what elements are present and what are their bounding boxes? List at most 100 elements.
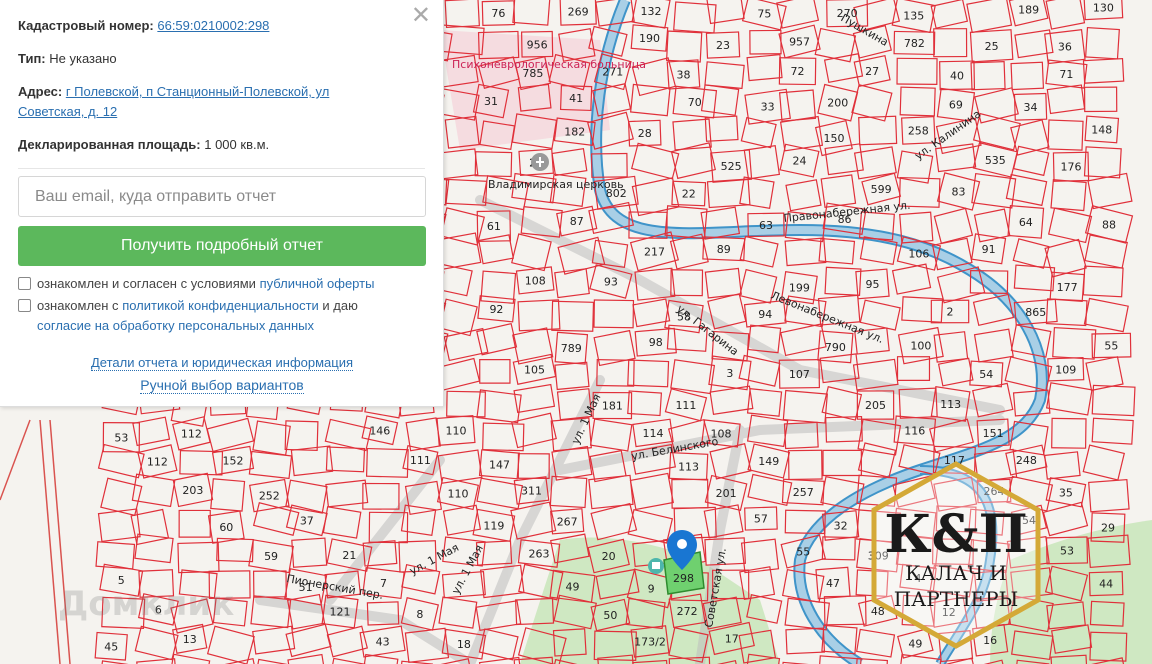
lot-label: 59	[264, 550, 278, 563]
personal-data-consent-link[interactable]: согласие на обработку персональных данны…	[37, 318, 314, 333]
cadastral-info-panel: ✕ Кадастровый номер: 66:59:0210002:298 Т…	[0, 0, 444, 407]
lot-label: 25	[985, 40, 999, 53]
lot-label: 61	[487, 220, 501, 233]
lot-label: 27	[865, 65, 879, 78]
lot-label: 257	[793, 486, 814, 499]
lot-label: 111	[410, 454, 431, 467]
area-label: Декларированная площадь:	[18, 137, 201, 152]
lot-label: 41	[569, 92, 583, 105]
lot-label: 20	[602, 550, 616, 563]
lot-label: 44	[1099, 578, 1113, 591]
lot-label: 110	[445, 424, 466, 437]
manual-selection-link[interactable]: Ручной выбор вариантов	[140, 377, 304, 394]
lot-label: 93	[604, 275, 618, 288]
poi-label-hospital: Психоневрологическая больница	[452, 58, 646, 71]
lot-label: 113	[678, 460, 699, 473]
lot-label: 88	[1102, 218, 1116, 231]
consent-privacy-label-a: ознакомлен с	[37, 298, 123, 313]
lot-label: 45	[104, 640, 118, 653]
lot-label: 116	[904, 425, 925, 438]
lot-label: 205	[865, 399, 886, 412]
lot-label: 2	[947, 306, 954, 319]
lot-label: 72	[791, 65, 805, 78]
lot-label: 83	[952, 185, 966, 198]
lot-label: 114	[643, 427, 664, 440]
map-pin-icon[interactable]	[667, 530, 697, 570]
divider	[18, 168, 425, 169]
lot-label: 119	[483, 519, 504, 532]
consent-privacy-text: ознакомлен с политикой конфиденциальност…	[37, 296, 358, 316]
lot-label: 525	[721, 160, 742, 173]
lot-label: 956	[527, 38, 548, 51]
poi-label-church: Владимирская церковь	[488, 178, 624, 191]
address-link-line2[interactable]: Советская, д. 12	[18, 104, 117, 119]
consent-offer-row: ознакомлен и согласен с условиями публич…	[18, 274, 425, 294]
lot-label: 110	[447, 488, 468, 501]
lot-label: 782	[904, 37, 925, 50]
lot-label: 269	[568, 6, 589, 19]
lot-label: 865	[1025, 306, 1046, 319]
area-row: Декларированная площадь: 1 000 кв.м.	[18, 135, 425, 155]
lot-label: 173/2	[634, 635, 666, 648]
lot-label: 21	[342, 549, 356, 562]
lot-label: 91	[982, 243, 996, 256]
report-details-link[interactable]: Детали отчета и юридическая информация	[90, 355, 354, 371]
lot-label: 100	[910, 340, 931, 353]
lot-label: 112	[181, 427, 202, 440]
lot-label: 3	[726, 367, 733, 380]
lot-label: 181	[602, 400, 623, 413]
lot-label: 36	[1058, 41, 1072, 54]
lot-label: 69	[949, 99, 963, 112]
logo-line1: КАЛАЧ И	[905, 561, 1007, 585]
lot-label: 23	[716, 39, 730, 52]
lot-label: 33	[761, 101, 775, 114]
privacy-policy-link[interactable]: политикой конфиденциальности	[122, 298, 319, 313]
lot-label: 252	[259, 490, 280, 503]
details-link-wrap: Детали отчета и юридическая информация	[0, 355, 444, 371]
lot-label: 92	[489, 303, 503, 316]
cadastral-number-link[interactable]: 66:59:0210002:298	[157, 18, 269, 33]
address-link-line1[interactable]: г Полевской, п Станционный-Полевской, ул	[66, 84, 329, 99]
consent-privacy-checkbox[interactable]	[18, 299, 31, 312]
address-row: Адрес: г Полевской, п Станционный-Полевс…	[18, 82, 425, 122]
address-label: Адрес:	[18, 84, 63, 99]
lot-label: 108	[525, 274, 546, 287]
lot-label: 57	[754, 513, 768, 526]
selected-lot-label: 298	[673, 572, 694, 585]
lot-label: 201	[716, 487, 737, 500]
email-input[interactable]	[18, 176, 426, 217]
lot-label: 199	[789, 282, 810, 295]
lot-label: 55	[796, 546, 810, 559]
lot-label: 49	[565, 580, 579, 593]
close-icon[interactable]: ✕	[411, 4, 431, 28]
cadastral-label: Кадастровый номер:	[18, 18, 154, 33]
lot-label: 267	[557, 515, 578, 528]
consent-offer-checkbox[interactable]	[18, 277, 31, 290]
get-report-button[interactable]: Получить подробный отчет	[18, 226, 426, 266]
lot-label: 29	[1101, 522, 1115, 535]
lot-label: 789	[561, 342, 582, 355]
logo-monogram: К&П	[884, 504, 1027, 565]
lot-label: 121	[330, 606, 351, 619]
public-offer-link[interactable]: публичной оферты	[260, 276, 375, 291]
lot-label: 132	[641, 5, 662, 18]
lot-label: 24	[792, 155, 806, 168]
type-label: Тип:	[18, 51, 46, 66]
lot-label: 112	[147, 455, 168, 468]
lot-label: 263	[529, 547, 550, 560]
lot-label: 272	[677, 605, 698, 618]
lot-label: 13	[183, 633, 197, 646]
type-row: Тип: Не указано	[18, 49, 425, 69]
lot-label: 87	[570, 215, 584, 228]
lot-label: 790	[825, 341, 846, 354]
lot-label: 150	[823, 132, 844, 145]
lot-label: 37	[300, 514, 314, 527]
lot-label: 60	[219, 521, 233, 534]
lot-label: 203	[182, 484, 203, 497]
lot-label: 107	[789, 368, 810, 381]
lot-label: 70	[688, 96, 702, 109]
lot-label: 17	[725, 632, 739, 645]
lot-label: 35	[1059, 486, 1073, 499]
lot-label: 22	[682, 188, 696, 201]
consent-offer-label: ознакомлен и согласен с условиями	[37, 276, 260, 291]
